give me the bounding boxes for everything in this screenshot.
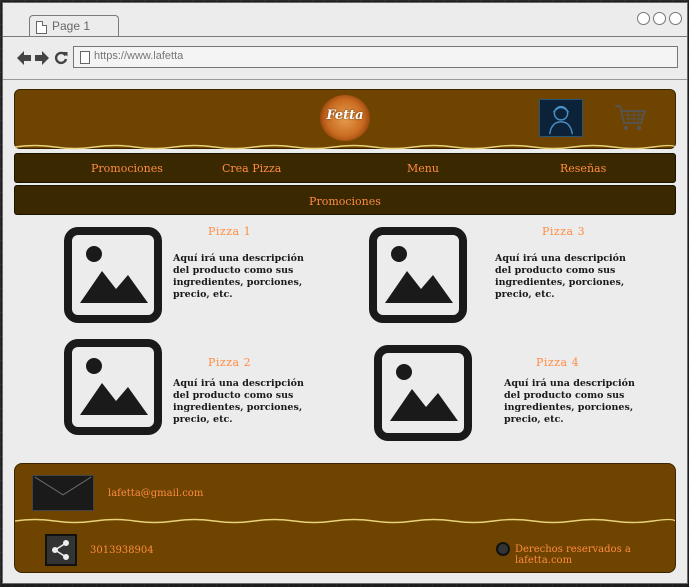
url-text: https://www.lafetta <box>94 50 184 62</box>
copyright-icon <box>496 542 510 556</box>
mail-icon[interactable] <box>32 475 94 511</box>
page-icon <box>80 51 90 64</box>
tab-strip-divider <box>3 36 687 37</box>
phone-number[interactable]: 3013938904 <box>90 545 154 556</box>
product-title[interactable]: Pizza 1 <box>208 225 251 238</box>
shopping-cart-icon[interactable] <box>613 102 649 134</box>
email-link[interactable]: lafetta@gmail.com <box>108 488 203 499</box>
user-avatar-icon[interactable] <box>539 99 583 137</box>
tab-page-1[interactable]: Page 1 <box>29 15 119 37</box>
header-wave-divider <box>15 144 675 150</box>
logo-text: Fetta <box>326 108 364 123</box>
copyright-text: Derechos reservados a lafetta.com <box>515 544 631 566</box>
toolbar-divider <box>3 79 687 80</box>
image-placeholder-icon[interactable] <box>64 339 162 435</box>
address-bar[interactable]: https://www.lafetta <box>73 46 678 68</box>
product-title[interactable]: Pizza 3 <box>542 225 585 238</box>
window-minimize-button[interactable] <box>637 12 650 25</box>
nav-item-crea-pizza[interactable]: Crea Pizza <box>222 162 281 175</box>
reload-icon[interactable] <box>54 51 68 65</box>
product-title[interactable]: Pizza 4 <box>536 356 579 369</box>
tab-title: Page 1 <box>52 19 91 33</box>
section-title: Promociones <box>309 195 381 208</box>
arrow-left-icon[interactable] <box>17 51 31 65</box>
image-placeholder-icon[interactable] <box>64 227 162 323</box>
page-icon <box>36 21 47 34</box>
nav-item-menu[interactable]: Menu <box>407 162 439 175</box>
main-nav: Promociones Crea Pizza Menu Reseñas <box>14 153 676 183</box>
logo[interactable]: Fetta <box>320 95 370 141</box>
product-description: Aquí irá una descripción del producto co… <box>495 253 626 300</box>
image-placeholder-icon[interactable] <box>374 345 472 441</box>
product-description: Aquí irá una descripción del producto co… <box>504 378 635 425</box>
arrow-right-icon[interactable] <box>35 51 49 65</box>
image-placeholder-icon[interactable] <box>369 227 467 323</box>
window-maximize-button[interactable] <box>653 12 666 25</box>
product-description: Aquí irá una descripción del producto co… <box>173 253 304 300</box>
site-footer: lafetta@gmail.com 3013938904 Derechos re… <box>14 463 676 573</box>
nav-item-promociones[interactable]: Promociones <box>91 162 163 175</box>
site-header: Fetta <box>14 89 676 150</box>
section-bar: Promociones <box>14 185 676 215</box>
window-close-button[interactable] <box>669 12 682 25</box>
share-icon[interactable] <box>45 534 77 566</box>
product-title[interactable]: Pizza 2 <box>208 356 251 369</box>
browser-toolbar: https://www.lafetta <box>3 38 687 80</box>
nav-item-resenas[interactable]: Reseñas <box>560 162 606 175</box>
product-description: Aquí irá una descripción del producto co… <box>173 378 304 425</box>
footer-wave-divider <box>15 518 675 524</box>
